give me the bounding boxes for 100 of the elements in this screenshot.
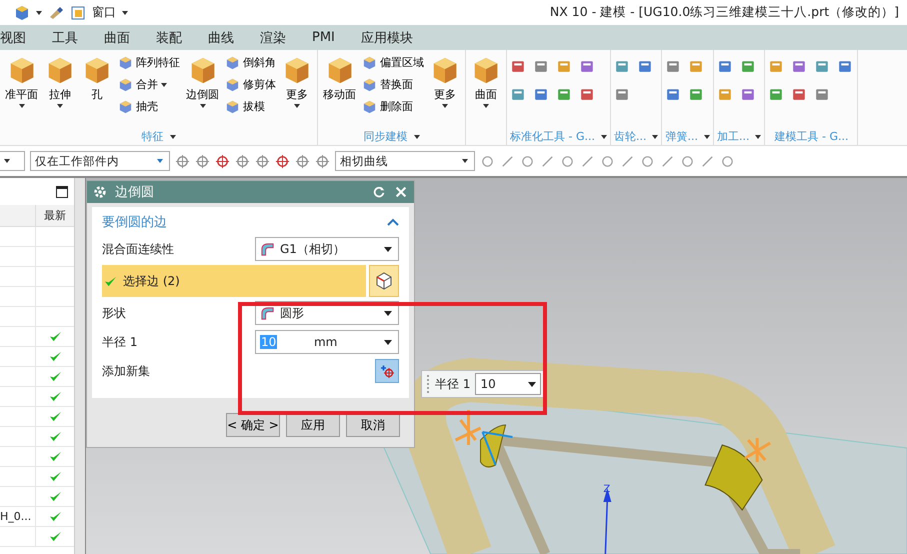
brush-icon[interactable] — [48, 4, 64, 20]
ribbon-button[interactable]: 移动面 — [321, 52, 358, 128]
snap-point-icon[interactable] — [640, 154, 655, 168]
tool-icon[interactable] — [556, 86, 573, 103]
tool-icon[interactable] — [636, 58, 654, 75]
caret-icon[interactable] — [170, 134, 176, 138]
check-icon — [104, 274, 117, 288]
selection-tool-icon[interactable] — [315, 154, 330, 168]
caret-icon[interactable] — [755, 134, 762, 138]
tool-icon[interactable] — [716, 86, 734, 103]
tool-icon[interactable] — [533, 58, 550, 75]
menu-tab[interactable]: 装配 — [143, 28, 195, 46]
selection-tool-icon[interactable] — [215, 154, 230, 168]
caret-icon[interactable] — [36, 10, 42, 14]
radius-dropdown[interactable]: 10 — [475, 373, 542, 395]
check-icon — [48, 410, 62, 423]
snap-point-icon[interactable] — [700, 154, 715, 168]
selection-tool-icon[interactable] — [175, 154, 190, 168]
ribbon-button[interactable]: 合并 — [117, 74, 181, 95]
radius-input[interactable]: 10 mm — [255, 330, 399, 354]
cube-icon[interactable] — [14, 4, 30, 20]
snap-point-icon[interactable] — [620, 154, 635, 168]
caret-icon[interactable] — [704, 134, 710, 138]
ribbon-button[interactable]: 修剪体 — [224, 74, 277, 95]
tool-icon[interactable] — [740, 58, 757, 75]
menu-tab[interactable]: 曲线 — [195, 28, 247, 46]
snap-point-icon[interactable] — [480, 154, 495, 168]
caret-icon[interactable] — [122, 10, 128, 14]
select-edge-row[interactable]: 选择边 (2) — [102, 265, 366, 297]
selection-tool-icon[interactable] — [195, 154, 210, 168]
ribbon-button[interactable]: 删除面 — [361, 96, 425, 117]
selection-tool-icon[interactable] — [295, 154, 310, 168]
menu-tab[interactable]: PMI — [299, 30, 348, 45]
splitter-bar[interactable] — [75, 178, 86, 554]
ribbon-button[interactable]: 准平面 — [3, 52, 40, 128]
selection-tool-icon[interactable] — [255, 154, 270, 168]
curve-rule-dropdown[interactable]: 相切曲线 — [335, 151, 475, 171]
tool-icon[interactable] — [740, 86, 757, 103]
menu-tab[interactable]: 工具 — [39, 28, 91, 46]
dropdown-field[interactable]: G1（相切） — [255, 237, 399, 261]
snap-point-icon[interactable] — [580, 154, 595, 168]
tool-icon[interactable] — [716, 58, 734, 75]
menu-tab[interactable]: 视图 — [0, 28, 39, 46]
menu-tab[interactable]: 渲染 — [247, 28, 299, 46]
tool-icon[interactable] — [510, 58, 527, 75]
selection-tool-icon[interactable] — [275, 154, 290, 168]
tool-icon[interactable] — [614, 86, 631, 103]
tool-icon[interactable] — [510, 86, 527, 103]
dialog-button[interactable]: 应用 — [286, 413, 340, 437]
snap-point-icon[interactable] — [720, 154, 735, 168]
ribbon-button[interactable]: 替换面 — [361, 74, 425, 95]
snap-point-icon[interactable] — [680, 154, 695, 168]
snap-point-icon[interactable] — [600, 154, 615, 168]
cube-icon — [225, 99, 240, 114]
ribbon-button[interactable]: 抽壳 — [117, 96, 181, 117]
caret-icon[interactable] — [652, 134, 658, 138]
tool-icon[interactable] — [579, 86, 596, 103]
ribbon-button[interactable]: 拉伸 — [43, 52, 77, 128]
close-icon[interactable] — [394, 185, 408, 199]
snap-point-icon[interactable] — [560, 154, 575, 168]
ribbon-button[interactable]: 倒斜角 — [224, 52, 277, 73]
ribbon-button[interactable]: 边倒圆 — [184, 52, 221, 128]
reset-icon[interactable] — [372, 185, 386, 199]
caret-icon[interactable] — [414, 134, 420, 138]
selection-tool-icon[interactable] — [235, 154, 250, 168]
ribbon-button[interactable]: 偏置区域 — [361, 52, 425, 73]
scope-dropdown[interactable]: 仅在工作部件内 — [30, 151, 170, 171]
drag-handle-icon[interactable] — [426, 374, 430, 394]
ribbon-button[interactable]: 拔模 — [224, 96, 277, 117]
ribbon-button[interactable]: 更多 — [280, 52, 314, 128]
cube-button[interactable] — [369, 265, 399, 297]
tool-icon[interactable] — [533, 86, 550, 103]
menu-tab[interactable]: 曲面 — [91, 28, 143, 46]
filter-dropdown[interactable] — [0, 151, 25, 171]
tool-icon[interactable] — [556, 58, 573, 75]
snap-point-icon[interactable] — [500, 154, 515, 168]
settings-icon[interactable] — [93, 185, 107, 199]
field-label: 添加新集 — [102, 362, 150, 380]
add-set-button[interactable] — [375, 359, 399, 383]
widget-label: 半径 1 — [435, 376, 470, 392]
ribbon-button[interactable]: 更多 — [428, 52, 462, 128]
section-title[interactable]: 要倒圆的边 — [102, 213, 167, 231]
check-icon — [48, 390, 62, 403]
ribbon-button[interactable]: 阵列特征 — [117, 52, 181, 73]
dialog-button[interactable]: < 确定 > — [226, 413, 280, 437]
tool-icon[interactable] — [579, 58, 596, 75]
window-menu[interactable]: 窗口 — [92, 4, 116, 21]
ribbon-button[interactable]: 孔 — [80, 52, 114, 128]
caret-icon[interactable] — [600, 134, 607, 138]
maximize-icon[interactable] — [56, 186, 68, 198]
navigator-row[interactable]: H_0... — [0, 507, 74, 527]
window-icon[interactable] — [70, 4, 86, 20]
ribbon-button[interactable]: 曲面 — [469, 52, 503, 128]
collapse-chevron-icon[interactable] — [387, 218, 399, 226]
snap-point-icon[interactable] — [520, 154, 535, 168]
snap-point-icon[interactable] — [660, 154, 675, 168]
snap-point-icon[interactable] — [540, 154, 555, 168]
tool-icon[interactable] — [614, 58, 631, 75]
menu-tab[interactable]: 应用模块 — [348, 28, 426, 46]
dialog-button[interactable]: 取消 — [346, 413, 400, 437]
